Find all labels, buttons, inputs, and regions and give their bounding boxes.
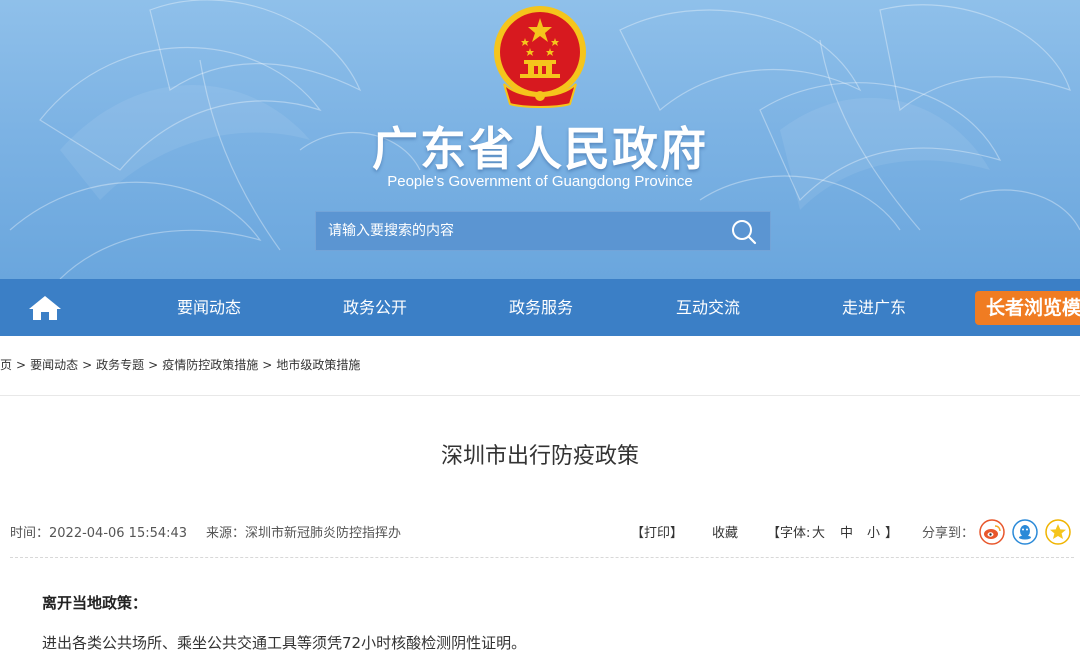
breadcrumb-separator: > [148, 358, 159, 372]
breadcrumb-separator: > [82, 358, 93, 372]
qq-icon[interactable] [1012, 519, 1038, 545]
meta-divider [10, 557, 1074, 558]
article-title: 深圳市出行防疫政策 [440, 444, 639, 469]
section-heading: 离开当地政策： [42, 594, 148, 612]
qzone-icon[interactable] [1045, 519, 1071, 545]
breadcrumb-news[interactable]: 要闻动态 [30, 358, 78, 372]
font-size-label-suffix: 】 [885, 526, 899, 541]
search-input[interactable] [316, 212, 726, 250]
breadcrumb-epidemic-policy[interactable]: 疫情防控政策措施 [162, 358, 258, 372]
collect-button[interactable]: 收藏 [712, 522, 738, 541]
article-paragraph: 进出各类公共场所、乘坐公共交通工具等须凭72小时核酸检测阴性证明。 [42, 634, 527, 652]
header-banner: 广东省人民政府 People's Government of Guangdong… [0, 0, 1080, 279]
nav-item-interaction[interactable]: 互动交流 [676, 279, 740, 336]
national-emblem-icon [494, 6, 586, 108]
nav-item-gov-affairs[interactable]: 政务公开 [343, 279, 407, 336]
breadcrumb-home[interactable]: 首页 [0, 358, 12, 372]
breadcrumb-special-topics[interactable]: 政务专题 [96, 358, 144, 372]
search-icon[interactable] [730, 218, 758, 246]
font-large-button[interactable]: 大 [812, 522, 825, 541]
site-title: 广东省人民政府 [372, 122, 708, 176]
breadcrumb: 首页>要闻动态>政务专题>疫情防控政策措施>地市级政策措施 [0, 356, 360, 373]
font-small-button[interactable]: 小 [867, 522, 880, 541]
font-size-label-prefix: 【字体: [767, 526, 811, 541]
weibo-icon[interactable] [979, 519, 1005, 545]
share-label: 分享到： [922, 526, 975, 541]
print-button[interactable]: 【打印】 [631, 522, 683, 541]
breadcrumb-city-policy[interactable]: 地市级政策措施 [276, 358, 360, 372]
font-medium-button[interactable]: 中 [840, 522, 853, 541]
nav-item-services[interactable]: 政务服务 [509, 279, 573, 336]
breadcrumb-separator: > [16, 358, 27, 372]
breadcrumb-separator: > [262, 358, 273, 372]
search-box [315, 211, 771, 251]
breadcrumb-divider [0, 395, 1080, 396]
main-nav: 要闻动态 政务公开 政务服务 互动交流 走进广东 [0, 279, 1080, 336]
article-source: 来源：深圳市新冠肺炎防控指挥办 [206, 526, 402, 541]
nav-item-about-guangdong[interactable]: 走进广东 [842, 279, 906, 336]
site-subtitle: People's Government of Guangdong Provinc… [387, 173, 693, 190]
publish-time: 时间：2022-04-06 15:54:43 [10, 526, 188, 541]
nav-item-news[interactable]: 要闻动态 [177, 279, 241, 336]
elder-mode-button[interactable]: 长者浏览模式 [975, 291, 1080, 325]
home-icon[interactable] [28, 295, 62, 321]
